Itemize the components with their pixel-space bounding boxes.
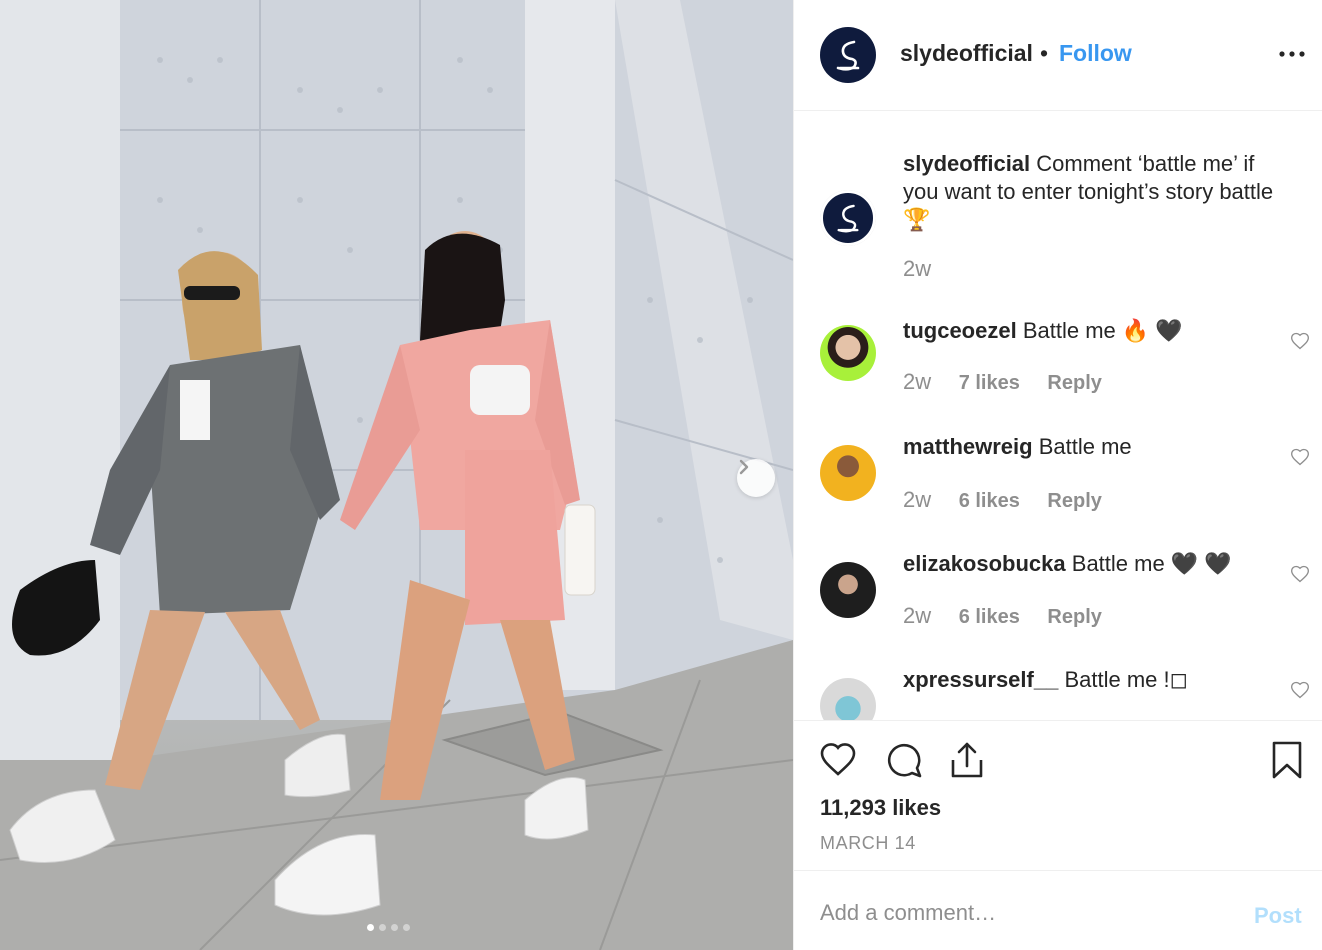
comment-body: Battle me 🖤 🖤 bbox=[1071, 551, 1232, 576]
avatar[interactable] bbox=[820, 190, 876, 246]
heart-icon[interactable] bbox=[1290, 447, 1310, 467]
comment-input[interactable] bbox=[820, 895, 1220, 931]
reply-button[interactable]: Reply bbox=[1047, 372, 1101, 395]
comment-meta: 2w 6 likes Reply bbox=[903, 603, 1124, 629]
avatar[interactable] bbox=[820, 325, 876, 381]
header-username[interactable]: slydeofficial bbox=[900, 40, 1033, 67]
slyde-logo-icon bbox=[836, 40, 860, 71]
chevron-right-icon bbox=[739, 459, 749, 475]
share-icon[interactable] bbox=[947, 740, 987, 780]
heart-icon[interactable] bbox=[818, 740, 858, 780]
caption-time[interactable]: 2w bbox=[903, 256, 931, 282]
carousel-dot bbox=[379, 924, 386, 931]
carousel-dot bbox=[403, 924, 410, 931]
caption-username[interactable]: slydeofficial bbox=[903, 151, 1030, 176]
post-actions: 11,293 likes MARCH 14 bbox=[794, 720, 1322, 870]
post-side-panel: slydeofficial • Follow slydeofficial Com… bbox=[793, 0, 1322, 950]
post-photo[interactable] bbox=[0, 0, 793, 950]
comment-time[interactable]: 2w bbox=[903, 369, 931, 395]
avatar[interactable] bbox=[820, 445, 876, 501]
carousel-next-button[interactable] bbox=[737, 459, 775, 497]
slyde-logo-icon bbox=[837, 204, 859, 233]
carousel-dot-active bbox=[367, 924, 374, 931]
avatar[interactable] bbox=[820, 562, 876, 618]
comment-time[interactable]: 2w bbox=[903, 603, 931, 629]
header-separator: • bbox=[1040, 40, 1049, 66]
follow-button[interactable]: Follow bbox=[1059, 40, 1132, 67]
comment-username[interactable]: matthewreig bbox=[903, 434, 1033, 459]
comment-meta: 2w 6 likes Reply bbox=[903, 487, 1124, 513]
comment-body: Battle me !◻ bbox=[1064, 667, 1188, 692]
more-horizontal-icon[interactable] bbox=[1278, 47, 1306, 61]
comment-body: Battle me bbox=[1038, 434, 1132, 459]
comment-likes[interactable]: 6 likes bbox=[959, 606, 1020, 629]
avatar[interactable] bbox=[820, 27, 876, 83]
heart-icon[interactable] bbox=[1290, 331, 1310, 351]
carousel-indicator bbox=[367, 924, 410, 931]
comment-likes[interactable]: 6 likes bbox=[959, 490, 1020, 513]
comment-icon[interactable] bbox=[884, 740, 924, 780]
heart-icon[interactable] bbox=[1290, 680, 1310, 700]
comment-username[interactable]: xpressurself__ bbox=[903, 667, 1058, 692]
comments-list[interactable]: slydeofficial Comment ‘battle me’ if you… bbox=[794, 112, 1322, 720]
avatar[interactable] bbox=[820, 678, 876, 720]
carousel-dot bbox=[391, 924, 398, 931]
bookmark-icon[interactable] bbox=[1267, 740, 1307, 780]
comment-text: tugceoezel Battle me 🔥 🖤 bbox=[903, 317, 1295, 345]
comment-likes[interactable]: 7 likes bbox=[959, 372, 1020, 395]
add-comment-bar: Post bbox=[794, 870, 1322, 950]
comment-username[interactable]: elizakosobucka bbox=[903, 551, 1066, 576]
caption-meta: 2w bbox=[903, 256, 953, 282]
comment-text: matthewreig Battle me bbox=[903, 433, 1295, 461]
reply-button[interactable]: Reply bbox=[1047, 490, 1101, 513]
comment-text: elizakosobucka Battle me 🖤 🖤 bbox=[903, 550, 1295, 578]
comment-username[interactable]: tugceoezel bbox=[903, 318, 1017, 343]
post-date[interactable]: MARCH 14 bbox=[820, 833, 916, 854]
comment-text: xpressurself__ Battle me !◻ bbox=[903, 666, 1295, 694]
reply-button[interactable]: Reply bbox=[1047, 606, 1101, 629]
comment-body: Battle me 🔥 🖤 bbox=[1022, 318, 1183, 343]
likes-count[interactable]: 11,293 likes bbox=[820, 795, 941, 821]
heart-icon[interactable] bbox=[1290, 564, 1310, 584]
post-comment-button[interactable]: Post bbox=[1254, 903, 1302, 929]
comment-time[interactable]: 2w bbox=[903, 487, 931, 513]
caption-text: slydeofficial Comment ‘battle me’ if you… bbox=[903, 150, 1295, 234]
comment-meta: 2w 7 likes Reply bbox=[903, 369, 1124, 395]
post-header: slydeofficial • Follow bbox=[794, 0, 1322, 111]
photo-illustration bbox=[0, 0, 793, 950]
